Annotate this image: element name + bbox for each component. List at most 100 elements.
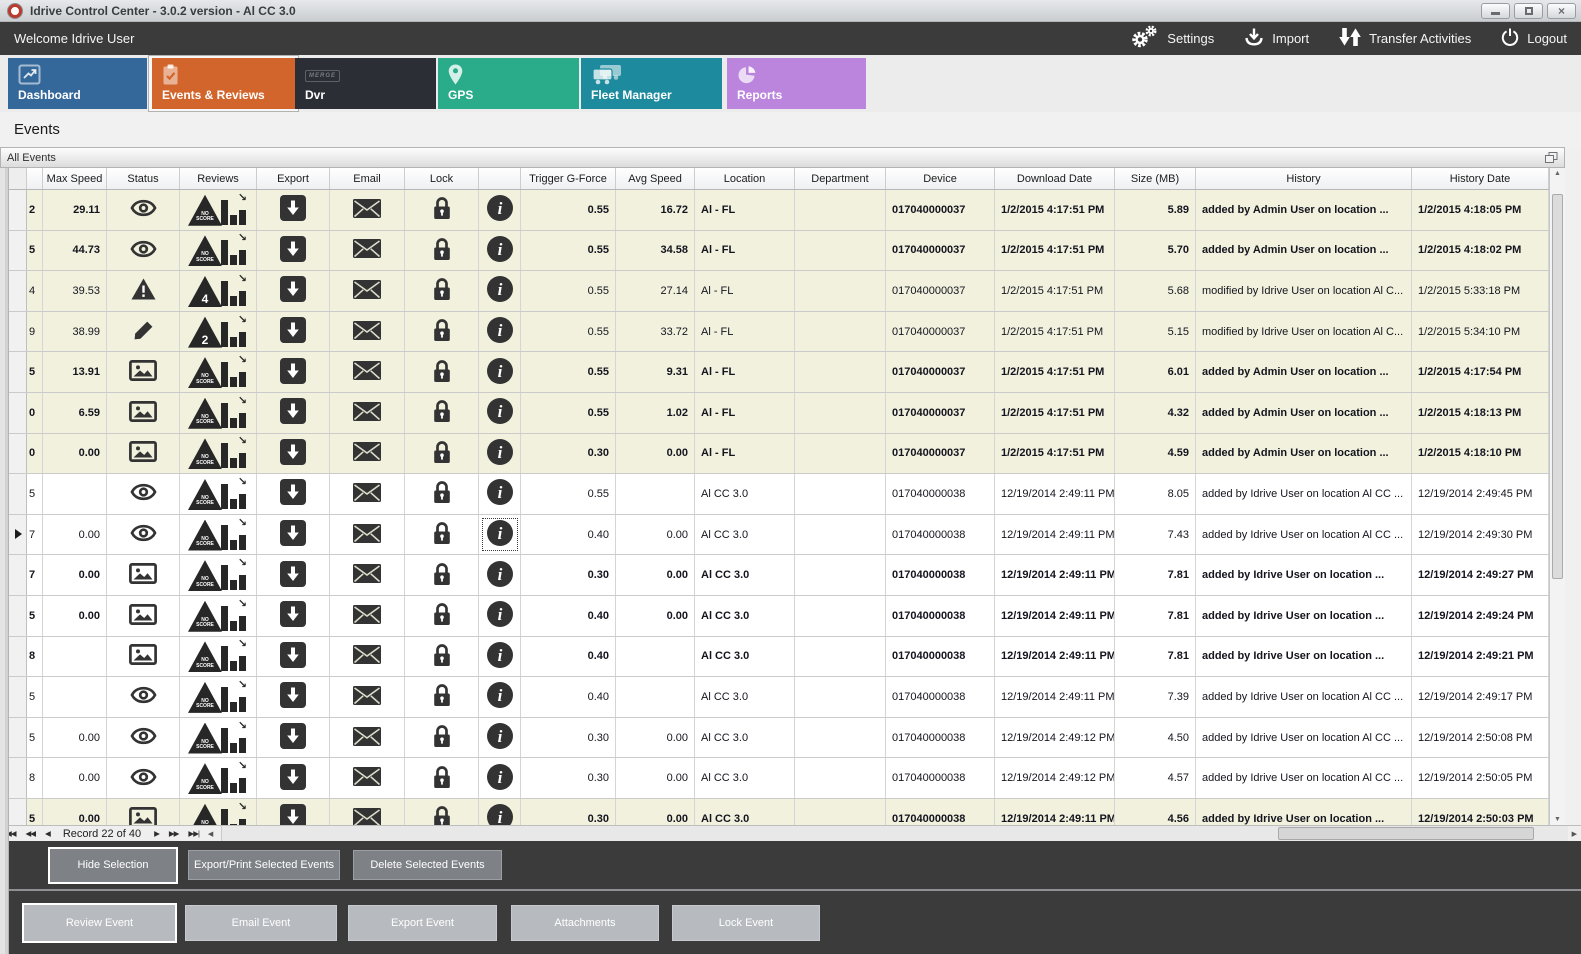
email-icon[interactable] (353, 564, 381, 586)
tab-gps[interactable]: GPS (438, 58, 579, 109)
export-event-button[interactable]: Export Event (348, 905, 497, 941)
info-icon[interactable]: i (487, 561, 513, 590)
email-icon[interactable] (353, 483, 381, 505)
import-button[interactable]: Import (1244, 27, 1309, 50)
lock-action-cell[interactable] (405, 352, 479, 392)
review-score-badge[interactable]: NOSCORE↘ (188, 518, 248, 552)
review-score-badge[interactable]: NOSCORE↘ (188, 761, 248, 795)
info-icon[interactable]: i (487, 601, 513, 630)
lock-icon[interactable] (432, 601, 452, 630)
lock-action-cell[interactable] (405, 596, 479, 636)
lock-action-cell[interactable] (405, 312, 479, 352)
info-action-cell[interactable]: i (479, 799, 521, 825)
column-header-max_speed[interactable]: Max Speed (43, 168, 107, 189)
review-score-badge[interactable]: NOSCORE↘ (188, 802, 248, 825)
email-action-cell[interactable] (330, 677, 405, 717)
info-icon[interactable]: i (487, 520, 513, 549)
email-icon[interactable] (353, 524, 381, 546)
nav-last-button[interactable]: ▶▶| (183, 829, 203, 838)
column-header-lock[interactable]: Lock (405, 168, 479, 189)
export-print-selected-events-button[interactable]: Export/Print Selected Events (188, 850, 340, 880)
email-icon[interactable] (353, 199, 381, 221)
info-icon[interactable]: i (487, 764, 513, 793)
info-action-cell[interactable]: i (479, 515, 521, 555)
export-icon[interactable] (280, 439, 306, 468)
lock-action-cell[interactable] (405, 515, 479, 555)
tab-fleet-manager[interactable]: Fleet Manager (581, 58, 722, 109)
column-header-email[interactable]: Email (330, 168, 405, 189)
lock-icon[interactable] (432, 520, 452, 549)
export-action-cell[interactable] (257, 718, 330, 758)
export-action-cell[interactable] (257, 474, 330, 514)
email-action-cell[interactable] (330, 312, 405, 352)
lock-icon[interactable] (432, 236, 452, 265)
email-action-cell[interactable] (330, 434, 405, 474)
export-action-cell[interactable] (257, 231, 330, 271)
email-icon[interactable] (353, 686, 381, 708)
info-action-cell[interactable]: i (479, 758, 521, 798)
export-icon[interactable] (280, 601, 306, 630)
table-row[interactable]: 00.00NOSCORE↘i0.300.00Al - FL01704000003… (0, 434, 1565, 475)
info-action-cell[interactable]: i (479, 555, 521, 595)
info-icon[interactable]: i (487, 195, 513, 224)
email-icon[interactable] (353, 645, 381, 667)
table-row[interactable]: 50.00NOSCORE↘i0.300.00Al CC 3.0017040000… (0, 799, 1565, 825)
review-event-button[interactable]: Review Event (22, 903, 177, 943)
lock-icon[interactable] (432, 439, 452, 468)
review-score-badge[interactable]: NOSCORE↘ (188, 355, 248, 389)
lock-action-cell[interactable] (405, 718, 479, 758)
info-icon[interactable]: i (487, 236, 513, 265)
lock-action-cell[interactable] (405, 637, 479, 677)
maximize-button[interactable] (1514, 3, 1543, 19)
lock-action-cell[interactable] (405, 474, 479, 514)
email-icon[interactable] (353, 442, 381, 464)
export-icon[interactable] (280, 682, 306, 711)
nav-prev-button[interactable]: ◀ (40, 829, 55, 838)
email-action-cell[interactable] (330, 637, 405, 677)
export-icon[interactable] (280, 398, 306, 427)
lock-icon[interactable] (432, 358, 452, 387)
email-icon[interactable] (353, 361, 381, 383)
info-action-cell[interactable]: i (479, 312, 521, 352)
email-icon[interactable] (353, 239, 381, 261)
export-icon[interactable] (280, 520, 306, 549)
info-action-cell[interactable]: i (479, 637, 521, 677)
info-icon[interactable]: i (487, 723, 513, 752)
email-action-cell[interactable] (330, 718, 405, 758)
email-action-cell[interactable] (330, 799, 405, 825)
scroll-up-icon[interactable]: ▲ (1550, 170, 1565, 177)
review-score-badge[interactable]: NOSCORE↘ (188, 477, 248, 511)
column-header-trigger_g_force[interactable]: Trigger G-Force (521, 168, 616, 189)
export-action-cell[interactable] (257, 677, 330, 717)
review-score-badge[interactable]: NOSCORE↘ (188, 680, 248, 714)
restore-panel-icon[interactable] (1545, 152, 1558, 164)
email-action-cell[interactable] (330, 555, 405, 595)
info-icon[interactable]: i (487, 358, 513, 387)
info-icon[interactable]: i (487, 804, 513, 825)
export-action-cell[interactable] (257, 271, 330, 311)
vertical-scrollbar-thumb[interactable] (1552, 194, 1563, 579)
column-header-department[interactable]: Department (795, 168, 886, 189)
lock-action-cell[interactable] (405, 434, 479, 474)
export-action-cell[interactable] (257, 352, 330, 392)
export-icon[interactable] (280, 561, 306, 590)
column-header-avg_speed[interactable]: Avg Speed (616, 168, 695, 189)
email-icon[interactable] (353, 605, 381, 627)
info-action-cell[interactable]: i (479, 190, 521, 230)
export-icon[interactable] (280, 358, 306, 387)
email-action-cell[interactable] (330, 515, 405, 555)
export-action-cell[interactable] (257, 393, 330, 433)
table-row[interactable]: 5NOSCORE↘i0.40Al CC 3.001704000003812/19… (0, 677, 1565, 718)
review-score-badge[interactable]: NOSCORE↘ (188, 558, 248, 592)
lock-action-cell[interactable] (405, 271, 479, 311)
lock-action-cell[interactable] (405, 190, 479, 230)
export-icon[interactable] (280, 276, 306, 305)
lock-icon[interactable] (432, 723, 452, 752)
info-action-cell[interactable]: i (479, 393, 521, 433)
email-action-cell[interactable] (330, 231, 405, 271)
email-action-cell[interactable] (330, 190, 405, 230)
table-row[interactable]: 70.00NOSCORE↘i0.300.00Al CC 3.0017040000… (0, 555, 1565, 596)
email-action-cell[interactable] (330, 596, 405, 636)
email-icon[interactable] (353, 280, 381, 302)
nav-next-page-button[interactable]: ▶▶ (164, 829, 184, 838)
